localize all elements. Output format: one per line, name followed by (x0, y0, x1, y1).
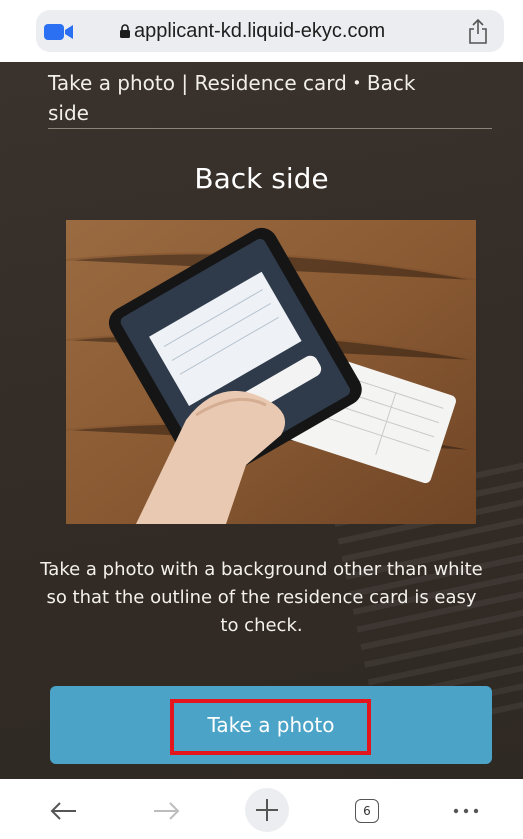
url-text[interactable]: applicant-kd.liquid-ekyc.com (134, 20, 385, 43)
page-heading: Back side (194, 162, 329, 195)
forward-arrow-icon[interactable] (148, 795, 184, 827)
browser-url-bar-area: applicant-kd.liquid-ekyc.com (0, 0, 523, 62)
lock-icon (120, 24, 130, 38)
instruction-text: Take a photo with a background other tha… (40, 559, 483, 636)
header-divider (48, 128, 492, 129)
tabs-icon[interactable]: 6 (355, 799, 379, 823)
browser-toolbar: 6 (0, 779, 523, 839)
instruction-photo-illustration (66, 220, 476, 524)
page-header-title: Take a photo | Residence card・Back side (48, 71, 416, 125)
tab-count: 6 (363, 804, 371, 818)
share-icon[interactable] (468, 18, 488, 44)
address-bar[interactable]: applicant-kd.liquid-ekyc.com (36, 10, 504, 52)
web-content: Take a photo | Residence card・Back side … (0, 62, 523, 779)
video-camera-icon[interactable] (44, 23, 74, 41)
highlight-box (170, 699, 371, 755)
more-icon[interactable] (448, 795, 484, 827)
instruction-photo (66, 220, 476, 524)
plus-icon[interactable] (244, 787, 290, 833)
back-arrow-icon[interactable] (46, 795, 82, 827)
